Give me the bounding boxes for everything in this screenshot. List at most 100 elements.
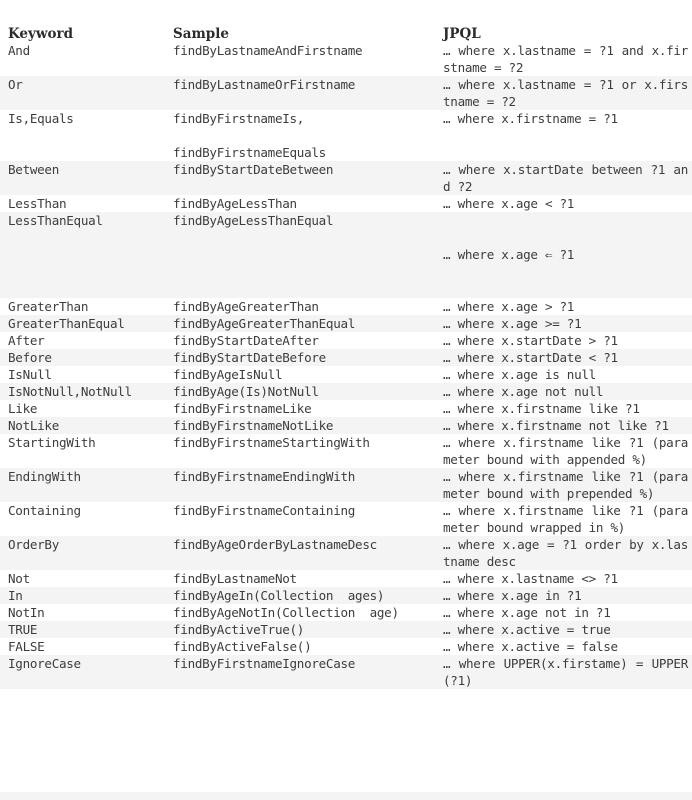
table-row: StartingWith findByFirstnameStartingWith ……	[0, 434, 692, 468]
cell-keyword: In	[0, 587, 173, 604]
cell-sample: findByAgeNotIn(Collection age)	[173, 604, 443, 621]
keyword-text: Like	[8, 401, 38, 416]
header-row: Keyword Sample JPQL	[0, 26, 692, 42]
cell-sample: findByAgeLessThanEqual	[173, 212, 443, 298]
cell-jpql: … where x.age > ?1	[443, 298, 692, 315]
keyword-text: And	[8, 43, 30, 58]
cell-jpql: … where x.age = ?1 order by x.lastname d…	[443, 536, 692, 570]
cell-jpql: … where x.age is null	[443, 366, 692, 383]
cell-sample: findByLastnameNot	[173, 570, 443, 587]
cell-sample: findByStartDateBetween	[173, 161, 443, 195]
keyword-text: TRUE	[8, 622, 38, 637]
keyword-text: Containing	[8, 503, 81, 518]
jpql-text: … where x.age = ?1 order by x.lastname d…	[443, 537, 688, 569]
column-header-jpql: JPQL	[443, 26, 692, 42]
cell-jpql: … where x.active = false	[443, 638, 692, 655]
sample-text: findByAgeIn(Collection ages)	[173, 588, 385, 603]
sample-text: findByAgeNotIn(Collection age)	[173, 605, 399, 620]
keyword-text: NotLike	[8, 418, 59, 433]
keyword-text: EndingWith	[8, 469, 81, 484]
cell-jpql: … where x.active = true	[443, 621, 692, 638]
jpql-text: … where x.age < ?1	[443, 196, 575, 211]
column-header-keyword-label: Keyword	[8, 26, 74, 42]
table-row: OrderBy findByAgeOrderByLastnameDesc … whe…	[0, 536, 692, 570]
jpql-text: … where x.age not null	[443, 384, 604, 399]
jpql-text: … where x.firstname like ?1 (parameter b…	[443, 469, 688, 501]
sample-text: findByLastnameOrFirstname	[173, 77, 356, 92]
cell-keyword: GreaterThanEqual	[0, 315, 173, 332]
cell-jpql: … where x.age < ?1	[443, 195, 692, 212]
cell-sample: findByFirstnameEndingWith	[173, 468, 443, 502]
sample-text: findByFirstnameContaining	[173, 503, 356, 518]
cell-sample: findByStartDateAfter	[173, 332, 443, 349]
cell-sample: findByFirstnameIgnoreCase	[173, 655, 443, 689]
sample-text: findByFirstnameNotLike	[173, 418, 334, 433]
table-row: Not findByLastnameNot … where x.lastname <…	[0, 570, 692, 587]
sample-text: findByFirstnameLike	[173, 401, 312, 416]
table-row: LessThanEqual findByAgeLessThanEqual … whe…	[0, 212, 692, 298]
cell-jpql: … where x.firstname like ?1 (parameter b…	[443, 502, 692, 536]
cell-sample: findByAgeIsNull	[173, 366, 443, 383]
cell-sample: findByFirstnameIs, findByFirstnameEquals	[173, 110, 443, 161]
table-row: TRUE findByActiveTrue() … where x.active =…	[0, 621, 692, 638]
table-row: And findByLastnameAndFirstname … where x.l…	[0, 42, 692, 76]
keyword-text: After	[8, 333, 45, 348]
jpql-text: … where x.startDate between ?1 and ?2	[443, 162, 688, 194]
cell-jpql: … where x.startDate > ?1	[443, 332, 692, 349]
cell-keyword: TRUE	[0, 621, 173, 638]
cell-sample: findByAgeIn(Collection ages)	[173, 587, 443, 604]
cell-keyword: IsNull	[0, 366, 173, 383]
cell-sample: findByAgeGreaterThan	[173, 298, 443, 315]
table-row: Is,Equals findByFirstnameIs, findByFirstn…	[0, 110, 692, 161]
keyword-text: OrderBy	[8, 537, 59, 552]
cell-sample: findByLastnameAndFirstname	[173, 42, 443, 76]
cell-jpql: … where x.lastname = ?1 and x.firstname …	[443, 42, 692, 76]
cell-keyword: NotLike	[0, 417, 173, 434]
keyword-text: Before	[8, 350, 52, 365]
sample-text: findByStartDateAfter	[173, 333, 319, 348]
jpql-text: … where x.age not in ?1	[443, 605, 611, 620]
cell-sample: findByAgeLessThan	[173, 195, 443, 212]
cell-keyword: GreaterThan	[0, 298, 173, 315]
jpql-text: … where x.age is null	[443, 367, 596, 382]
column-header-sample: Sample	[173, 26, 443, 42]
keyword-text: In	[8, 588, 23, 603]
keyword-text: IsNotNull,NotNull	[8, 384, 132, 399]
jpql-text: … where x.active = true	[443, 622, 611, 637]
table-row: In findByAgeIn(Collection ages) … where x.…	[0, 587, 692, 604]
cell-keyword: EndingWith	[0, 468, 173, 502]
table-row: EndingWith findByFirstnameEndingWith … whe…	[0, 468, 692, 502]
document-page: Keyword Sample JPQL And findByLastnameAnd…	[0, 0, 692, 800]
sample-text: findByAgeLessThanEqual	[173, 213, 334, 228]
table-row: Or findByLastnameOrFirstname … where x.las…	[0, 76, 692, 110]
cell-keyword: NotIn	[0, 604, 173, 621]
cell-keyword: LessThanEqual	[0, 212, 173, 298]
sample-text: findByFirstnameEndingWith	[173, 469, 356, 484]
table-row: GreaterThan findByAgeGreaterThan … where x…	[0, 298, 692, 315]
jpql-text: … where x.firstname like ?1 (parameter b…	[443, 503, 688, 535]
sample-text: findByLastnameNot	[173, 571, 297, 586]
column-header-keyword: Keyword	[0, 26, 173, 42]
table-body: And findByLastnameAndFirstname … where x.l…	[0, 42, 692, 689]
cell-keyword: Not	[0, 570, 173, 587]
cell-sample: findByAgeOrderByLastnameDesc	[173, 536, 443, 570]
table-row: After findByStartDateAfter … where x.start…	[0, 332, 692, 349]
jpql-text: … where x.firstname like ?1	[443, 401, 640, 416]
cell-jpql: … where x.age not null	[443, 383, 692, 400]
cell-keyword: Or	[0, 76, 173, 110]
keyword-text: NotIn	[8, 605, 45, 620]
cell-keyword: After	[0, 332, 173, 349]
cell-sample: findByFirstnameNotLike	[173, 417, 443, 434]
cell-jpql: … where x.age not in ?1	[443, 604, 692, 621]
cell-jpql: … where x.firstname like ?1	[443, 400, 692, 417]
keyword-text: FALSE	[8, 639, 45, 654]
cell-jpql: … where x.firstname like ?1 (parameter b…	[443, 468, 692, 502]
cell-keyword: LessThan	[0, 195, 173, 212]
cell-keyword: Between	[0, 161, 173, 195]
sample-text: findByActiveFalse()	[173, 639, 312, 654]
table-row: IsNull findByAgeIsNull … where x.age is nu…	[0, 366, 692, 383]
keyword-text: GreaterThanEqual	[8, 316, 125, 331]
sample-text: findByFirstnameIs, findByFirstnameEquals	[173, 111, 326, 160]
jpql-text: … where x.lastname <> ?1	[443, 571, 618, 586]
cell-jpql: … where x.lastname = ?1 or x.firstname =…	[443, 76, 692, 110]
